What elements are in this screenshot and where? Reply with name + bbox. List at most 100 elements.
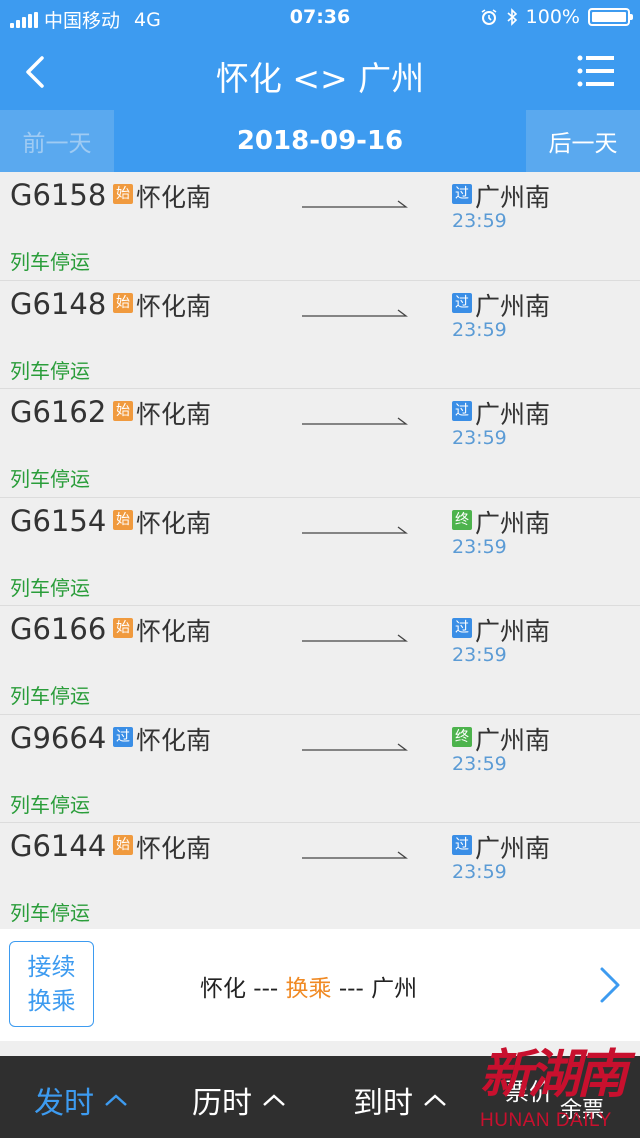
arrival-badge: 过: [452, 401, 472, 421]
arrival-station: 广州南: [475, 725, 551, 755]
train-number: G6162: [10, 395, 107, 429]
train-row[interactable]: G9664 过 怀化南 终 广州南 23:59 列车停运: [0, 714, 640, 823]
departure-station: 怀化南: [136, 183, 212, 212]
alarm-icon: [481, 9, 497, 25]
departure-station: 怀化南: [136, 508, 212, 538]
departure-station: 怀化南: [136, 291, 212, 321]
arrival-station: 广州南: [475, 617, 551, 646]
sort-arrive-button[interactable]: 到时: [353, 1078, 447, 1122]
arrow-icon: [302, 308, 408, 317]
chevron-up-icon: [424, 1094, 446, 1106]
arrival-station: 广州南: [475, 508, 551, 538]
transfer-button[interactable]: 接续 换乘: [9, 941, 94, 1027]
arrival-badge: 过: [452, 835, 472, 855]
departure-badge: 始: [113, 401, 133, 421]
departure-badge: 始: [113, 184, 133, 204]
train-row[interactable]: G6154 始 怀化南 终 广州南 23:59 列车停运: [0, 497, 640, 606]
departure-badge: 始: [113, 835, 133, 855]
arrival-station: 广州南: [475, 400, 551, 429]
train-number: G6166: [10, 612, 107, 646]
transfer-button-line1: 接续: [27, 953, 76, 981]
train-number: G6158: [10, 178, 107, 212]
arrow-icon: [302, 417, 408, 425]
arrival-time: 23:59: [452, 535, 507, 558]
train-status: 列车停运: [10, 467, 90, 491]
bluetooth-icon: [507, 8, 517, 26]
arrival-station: 广州南: [475, 291, 551, 321]
transfer-mid: 换乘: [285, 976, 332, 1002]
page-title: 怀化 <> 广州: [215, 59, 425, 98]
arrival-time: 23:59: [452, 644, 507, 666]
arrow-icon: [302, 634, 408, 642]
arrival-badge: 终: [452, 509, 472, 530]
arrow-icon: [302, 200, 408, 208]
next-day-button[interactable]: 后一天: [526, 110, 640, 172]
train-row[interactable]: G6144 始 怀化南 过 广州南 23:59 列车停运: [0, 823, 640, 932]
arrival-badge: 过: [452, 292, 472, 313]
transfer-sep-1: ---: [246, 976, 286, 1002]
transfer-panel[interactable]: 接续 换乘 怀化 --- 换乘 --- 广州: [0, 929, 640, 1041]
departure-badge: 过: [113, 726, 133, 747]
train-number: G6144: [10, 829, 107, 863]
chevron-up-icon: [105, 1094, 127, 1106]
train-row[interactable]: G6158 始 怀化南 过 广州南 23:59 列车停运: [0, 172, 640, 281]
sort-duration-label: 历时: [192, 1086, 252, 1121]
arrival-badge: 过: [452, 184, 472, 204]
train-row[interactable]: G6148 始 怀化南 过 广州南 23:59 列车停运: [0, 280, 640, 389]
menu-icon[interactable]: [576, 52, 616, 92]
departure-station: 怀化南: [136, 834, 212, 863]
sort-arrive-label: 到时: [353, 1086, 413, 1121]
train-status: 列车停运: [10, 358, 90, 383]
train-status: 列车停运: [10, 792, 90, 817]
train-number: G9664: [10, 720, 107, 755]
arrival-badge: 过: [452, 618, 472, 638]
arrival-time: 23:59: [452, 861, 507, 883]
departure-station: 怀化南: [136, 725, 212, 755]
chevron-up-icon: [263, 1094, 285, 1106]
train-status: 列车停运: [10, 684, 90, 708]
battery-label: 100%: [525, 6, 580, 28]
departure-station: 怀化南: [136, 617, 212, 646]
status-bar: 中国移动 4G 07:36 100%: [0, 0, 640, 36]
arrival-time: 23:59: [452, 427, 507, 449]
arrival-badge: 终: [452, 726, 472, 747]
train-list: G6158 始 怀化南 过 广州南 23:59 列车停运 G6148 始 怀化南…: [0, 172, 640, 932]
transfer-from: 怀化: [200, 976, 246, 1002]
sort-depart-button[interactable]: 发时: [34, 1078, 128, 1122]
battery-icon: [588, 8, 633, 26]
train-status: 列车停运: [10, 575, 90, 600]
train-row[interactable]: G6166 始 怀化南 过 广州南 23:59 列车停运: [0, 606, 640, 715]
departure-station: 怀化南: [136, 400, 212, 429]
watermark: 新湖南 余票 HUNAN DAILY: [460, 1032, 640, 1138]
current-date[interactable]: 2018-09-16: [114, 110, 526, 172]
arrival-station: 广州南: [475, 183, 551, 212]
transfer-button-line2: 换乘: [27, 987, 76, 1015]
arrow-icon: [302, 851, 408, 859]
status-right: 100%: [480, 6, 633, 28]
watermark-subtitle: HUNAN DAILY: [480, 1110, 612, 1131]
departure-badge: 始: [113, 618, 133, 638]
arrival-station: 广州南: [475, 834, 551, 863]
sort-depart-label: 发时: [34, 1086, 94, 1121]
transfer-route: 怀化 --- 换乘 --- 广州: [200, 969, 417, 1003]
transfer-to: 广州: [371, 976, 418, 1002]
date-bar: 前一天 2018-09-16 后一天: [0, 110, 640, 172]
departure-badge: 始: [113, 292, 133, 313]
sort-duration-button[interactable]: 历时: [192, 1078, 286, 1122]
chevron-right-icon[interactable]: [596, 965, 624, 1005]
nav-bar: 怀化 <> 广州: [0, 36, 640, 110]
train-number: G6148: [10, 286, 107, 321]
departure-badge: 始: [113, 509, 133, 530]
battery-fill: [592, 12, 626, 22]
arrival-time: 23:59: [452, 752, 507, 775]
train-status: 列车停运: [10, 250, 90, 274]
arrival-time: 23:59: [452, 318, 507, 341]
train-number: G6154: [10, 503, 107, 538]
train-status: 列车停运: [10, 901, 90, 925]
transfer-sep-2: ---: [331, 976, 372, 1002]
train-row[interactable]: G6162 始 怀化南 过 广州南 23:59 列车停运: [0, 389, 640, 498]
arrival-time: 23:59: [452, 210, 507, 232]
prev-day-button[interactable]: 前一天: [0, 110, 114, 172]
arrow-icon: [302, 742, 408, 751]
arrow-icon: [302, 525, 408, 534]
